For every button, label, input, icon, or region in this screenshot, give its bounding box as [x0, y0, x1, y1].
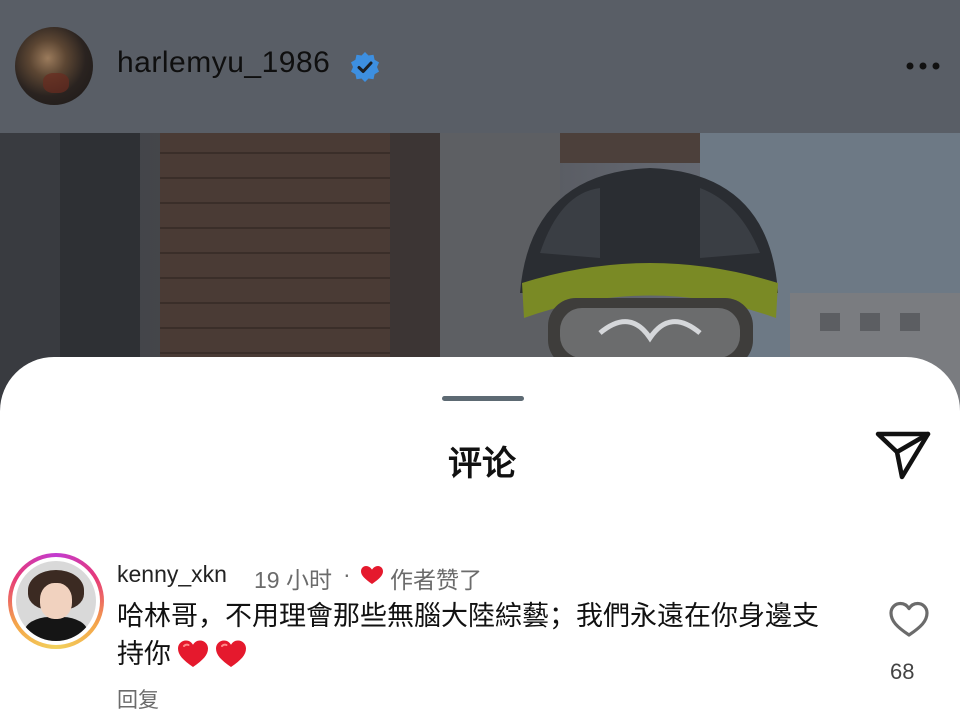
post-author-avatar[interactable] [15, 27, 93, 105]
commenter-username[interactable]: kenny_xkn [117, 561, 227, 588]
comment-body: 哈林哥，不用理會那些無腦大陸綜藝；我們永遠在你身邊支持你❤️❤️ [117, 597, 837, 682]
like-heart-icon[interactable] [888, 600, 930, 638]
post-author-username[interactable]: harlemyu_1986 [117, 46, 330, 80]
red-heart-emoji-icon [178, 640, 208, 667]
send-icon[interactable] [874, 428, 932, 482]
sheet-drag-handle[interactable] [442, 396, 524, 401]
meta-separator: · [343, 561, 351, 587]
sheet-title: 评论 [448, 445, 516, 483]
commenter-photo [16, 561, 96, 641]
reply-button[interactable]: 回复 [117, 684, 159, 714]
author-liked-label: 作者赞了 [390, 567, 482, 593]
avatar-body [24, 617, 88, 641]
author-liked-heart-icon [361, 566, 383, 584]
avatar-ring-gap [12, 557, 100, 645]
comment-timestamp: 19 小时 [254, 567, 332, 593]
red-heart-emoji-icon [216, 640, 246, 667]
more-dots-icon[interactable] [903, 52, 943, 80]
verified-badge-icon [351, 52, 379, 82]
avatar-face [40, 583, 72, 619]
commenter-avatar[interactable] [8, 553, 104, 649]
like-count: 68 [890, 659, 915, 684]
